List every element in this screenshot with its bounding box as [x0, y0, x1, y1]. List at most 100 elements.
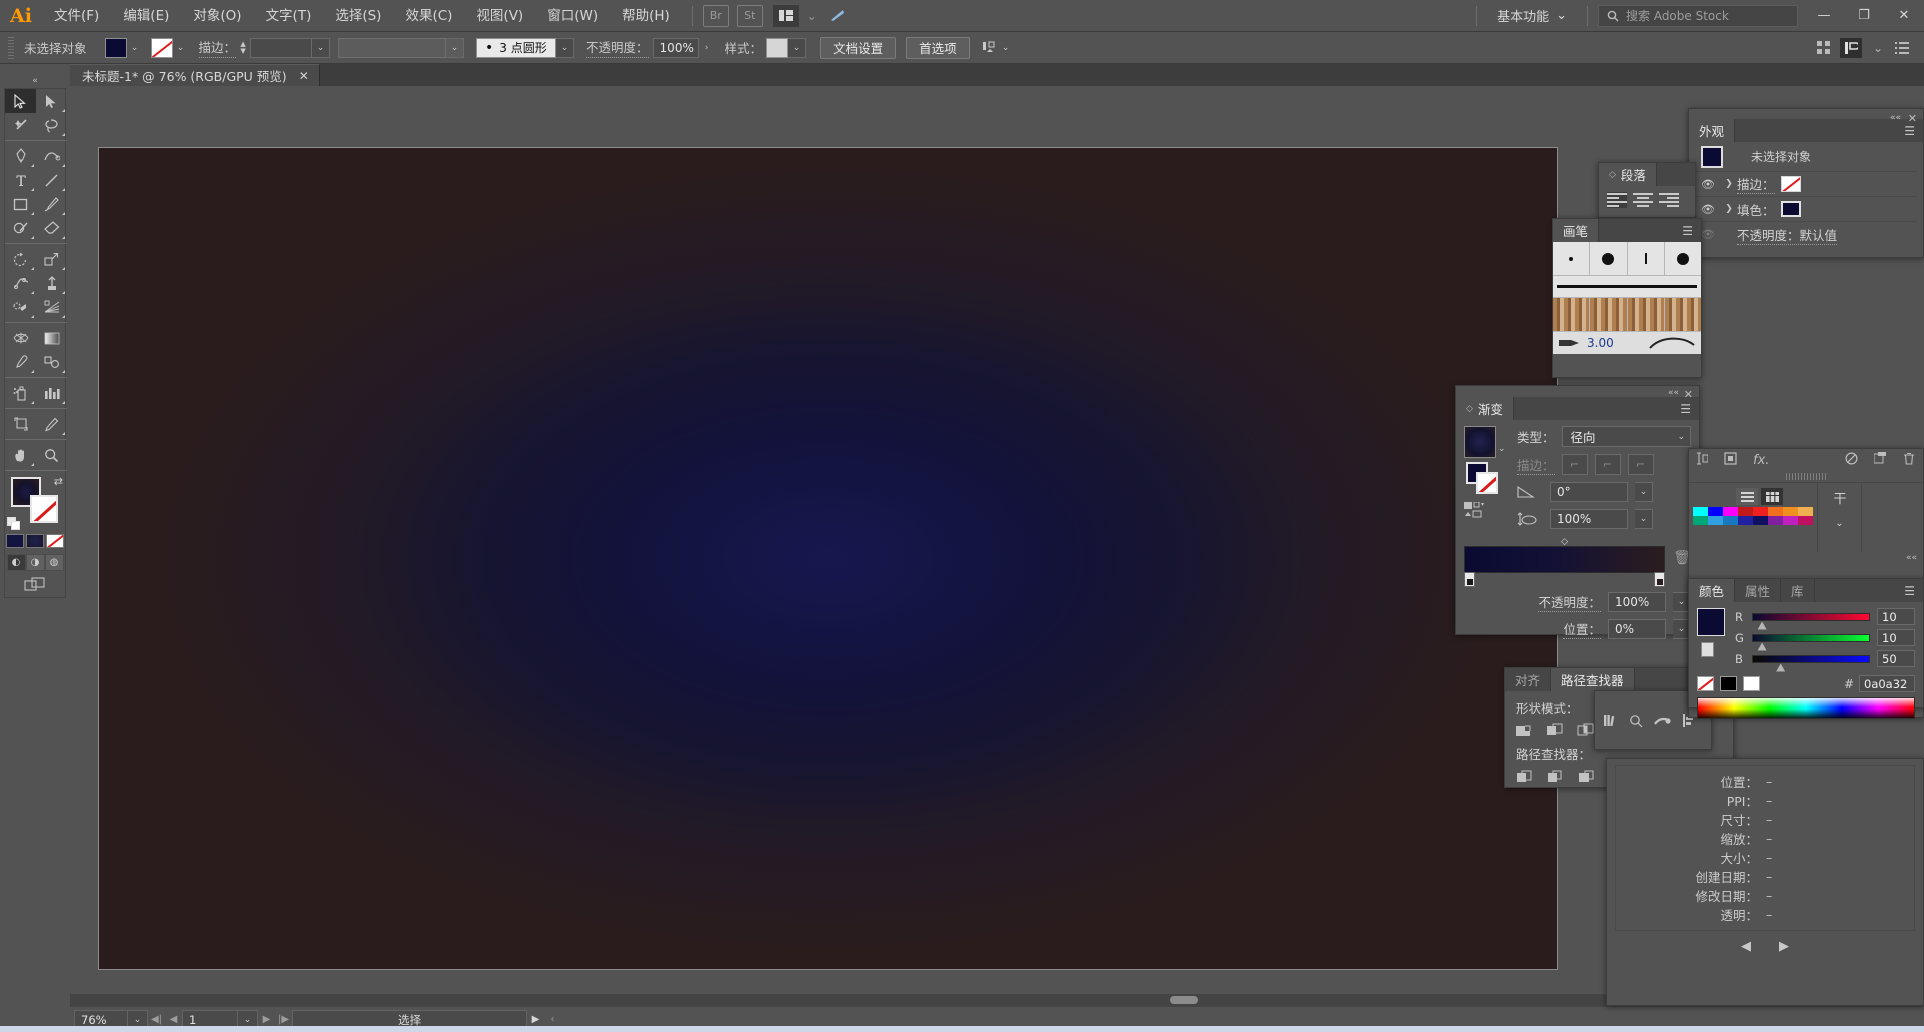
color-slider-b[interactable]: B 50 — [1735, 650, 1915, 672]
color-spectrum-bar[interactable] — [1697, 697, 1915, 719]
list-menu-icon[interactable] — [1894, 40, 1910, 56]
panel-expand-icon[interactable]: ◇ — [1466, 404, 1473, 414]
mesh-tool[interactable] — [5, 326, 36, 350]
eye-icon[interactable]: 👁 — [1695, 178, 1721, 191]
appearance-stroke-swatch[interactable] — [1780, 176, 1801, 192]
menu-effect[interactable]: 效果(C) — [393, 0, 464, 32]
unite-icon[interactable] — [1514, 722, 1536, 740]
free-transform-tool[interactable] — [36, 271, 67, 295]
eraser-tool[interactable] — [36, 216, 67, 240]
graphic-style-caret-icon[interactable]: ⌄ — [788, 37, 807, 58]
merge-icon[interactable] — [1576, 768, 1598, 786]
gradient-ramp[interactable] — [1464, 546, 1666, 573]
stock-icon[interactable]: St — [736, 4, 763, 27]
restore-button[interactable]: ❐ — [1844, 0, 1884, 32]
color-r-value[interactable]: 10 — [1877, 608, 1915, 625]
tab-color[interactable]: 颜色 — [1689, 579, 1736, 602]
appearance-row-fill[interactable]: 👁 ❯ 填色： — [1695, 197, 1917, 222]
preferences-button[interactable]: 首选项 — [906, 36, 970, 59]
horizontal-scrollbar[interactable] — [70, 994, 1674, 1006]
brush-pattern-2[interactable] — [1590, 298, 1628, 331]
scale-tool[interactable] — [36, 247, 67, 271]
swatches-grid[interactable] — [1693, 507, 1813, 525]
screen-mode-icon[interactable] — [5, 571, 65, 591]
control-bar-grip[interactable] — [8, 36, 14, 59]
perspective-grid-tool[interactable] — [36, 295, 67, 319]
graphic-style-swatch[interactable] — [766, 37, 789, 58]
gradient-preview-swatch[interactable] — [1464, 426, 1496, 458]
draw-inside-icon[interactable]: ◍ — [44, 554, 64, 571]
gradient-collapse-icon[interactable]: «« — [1668, 388, 1679, 398]
appearance-collapse-icon[interactable]: «« — [1890, 113, 1901, 123]
zoom-tool[interactable] — [36, 443, 67, 467]
curvature-tool[interactable] — [36, 144, 67, 168]
stroke-swatch-caret-icon[interactable]: ⌄ — [173, 38, 189, 58]
gradient-location-field[interactable]: 0% — [1608, 619, 1666, 639]
gradient-fill-button[interactable] — [26, 534, 44, 548]
color-slider-g[interactable]: G 10 — [1735, 629, 1915, 651]
color-b-track[interactable] — [1752, 654, 1870, 672]
menu-file[interactable]: 文件(F) — [42, 0, 111, 32]
divide-icon[interactable] — [1514, 768, 1536, 786]
collect-in-new-layer-icon[interactable] — [1697, 452, 1709, 468]
menu-type[interactable]: 文字(T) — [254, 0, 324, 32]
color-panel-menu-icon[interactable]: ☰ — [1896, 579, 1923, 602]
stroke-weight-caret-icon[interactable]: ⌄ — [312, 37, 331, 58]
no-icon[interactable] — [1845, 452, 1858, 468]
rotate-tool[interactable] — [5, 247, 36, 271]
symbols-icon[interactable] — [1629, 714, 1643, 731]
stroke-weight-stepper[interactable]: ▲ ▼ — [236, 38, 250, 58]
canvas-area[interactable] — [70, 86, 1674, 1006]
brush-pattern-4[interactable] — [1664, 298, 1701, 331]
align-left-icon[interactable] — [1607, 192, 1627, 208]
fill-swatch[interactable] — [104, 37, 127, 58]
menu-select[interactable]: 选择(S) — [323, 0, 393, 32]
toolbar-collapse-icon[interactable]: « — [4, 74, 66, 88]
type-tool[interactable]: T — [5, 168, 36, 192]
lasso-tool[interactable] — [36, 113, 67, 137]
appearance-row-stroke[interactable]: 👁 ❯ 描边： — [1695, 172, 1917, 197]
menu-view[interactable]: 视图(V) — [464, 0, 535, 32]
stock-search-box[interactable]: 搜索 Adobe Stock — [1598, 4, 1798, 27]
magic-wand-tool[interactable] — [5, 113, 36, 137]
tab-libraries[interactable]: 库 — [1781, 579, 1815, 602]
appearance-target-swatch[interactable] — [1701, 145, 1723, 168]
color-white-swatch[interactable] — [1743, 676, 1760, 691]
color-r-track[interactable] — [1752, 612, 1870, 630]
opacity-field[interactable]: 100% — [652, 37, 699, 58]
document-setup-button[interactable]: 文档设置 — [820, 36, 897, 59]
gradient-angle-caret-icon[interactable]: ⌄ — [1635, 482, 1653, 502]
width-tool[interactable] — [5, 271, 36, 295]
arrange-panel-caret-icon[interactable]: ⌄ — [1870, 40, 1886, 56]
document-tab[interactable]: 未标题-1* @ 76% (RGB/GPU 预览) ✕ — [70, 64, 320, 86]
gradient-aspect-caret-icon[interactable]: ⌄ — [1635, 509, 1653, 529]
shape-builder-tool[interactable] — [5, 295, 36, 319]
gradient-midpoint-icon[interactable]: ◇ — [1561, 537, 1568, 547]
appearance-fill-swatch[interactable] — [1780, 201, 1801, 217]
panel-expand-icon[interactable]: ◇ — [1609, 170, 1616, 180]
tab-properties[interactable]: 属性 — [1735, 579, 1782, 602]
gradient-stop-right[interactable] — [1654, 572, 1666, 587]
cc-libraries-icon[interactable] — [825, 5, 851, 27]
color-fill-button[interactable] — [6, 534, 24, 548]
align-center-icon[interactable] — [1633, 192, 1653, 208]
tab-gradient[interactable]: ◇ 渐变 — [1456, 397, 1514, 420]
tab-pathfinder[interactable]: 路径查找器 — [1551, 668, 1635, 691]
chevron-down-icon[interactable]: ⌄ — [1835, 518, 1843, 529]
color-b-value[interactable]: 50 — [1877, 650, 1915, 667]
gradient-reverse-icon[interactable] — [1464, 501, 1508, 521]
gradient-stroke-along-icon[interactable]: ⌐ — [1594, 454, 1621, 475]
close-button[interactable]: ✕ — [1884, 0, 1924, 32]
appearance-row-opacity[interactable]: 👁 不透明度：默认值 — [1695, 222, 1917, 247]
brush-basic[interactable] — [1553, 276, 1701, 298]
brush-dot-4[interactable] — [1665, 242, 1701, 275]
default-fill-stroke-icon[interactable] — [7, 517, 21, 531]
stroke-profile-caret-icon[interactable]: ⌄ — [446, 37, 465, 58]
grid-view-icon[interactable] — [1761, 488, 1783, 505]
hand-tool[interactable] — [5, 443, 36, 467]
fx-icon[interactable]: fx. — [1753, 453, 1769, 468]
fill-swatch-caret-icon[interactable]: ⌄ — [127, 38, 143, 58]
color-fill-chip[interactable] — [1697, 608, 1725, 636]
gradient-stroke-within-icon[interactable]: ⌐ — [1561, 454, 1588, 475]
brush-dot-2[interactable] — [1590, 242, 1628, 275]
